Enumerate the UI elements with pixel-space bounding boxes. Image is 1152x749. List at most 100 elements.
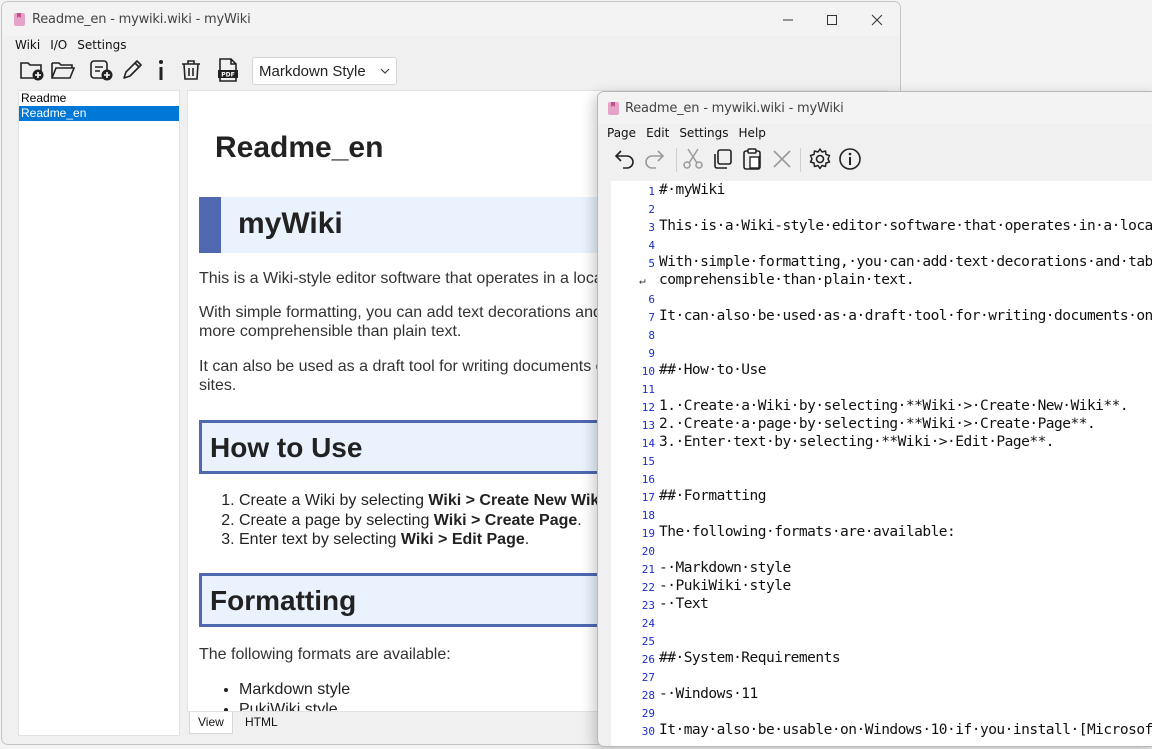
line-number: 2: [648, 203, 655, 216]
code-line[interactable]: 2.·Create·a·page·by·selecting·**Wiki·>·C…: [659, 416, 1096, 432]
list-item: Enter text by selecting Wiki > Edit Page…: [239, 530, 599, 550]
paste-button[interactable]: [737, 144, 767, 174]
code-line[interactable]: It·may·also·be·usable·on·Windows·10·if·y…: [659, 722, 1152, 738]
editor-window-title: Readme_en - mywiki.wiki - myWiki: [625, 101, 844, 116]
info-button[interactable]: [147, 56, 175, 84]
open-folder-icon: [51, 62, 76, 79]
menu-page[interactable]: Page: [602, 124, 641, 144]
paragraph-draft-line1: It can also be used as a draft tool for …: [199, 358, 605, 375]
line-number: 13: [641, 419, 655, 432]
markdown-editor[interactable]: 1 #·myWiki 2 3 This·is·a·Wiki-style·editor·s…: [611, 181, 1152, 746]
tab-html[interactable]: HTML: [237, 712, 286, 734]
app-icon: [14, 13, 25, 26]
wrap-indicator-icon: ↵: [639, 274, 646, 287]
line-number: 27: [641, 671, 655, 684]
minimize-button[interactable]: [765, 6, 811, 34]
line-number: 4: [648, 239, 655, 252]
info-icon: [159, 60, 163, 80]
app-icon: [608, 102, 619, 115]
menu-settings[interactable]: Settings: [674, 124, 733, 144]
copy-button[interactable]: [707, 144, 737, 174]
code-line[interactable]: The·following·formats·are·available:: [659, 524, 956, 540]
page-list[interactable]: Readme Readme_en: [18, 90, 180, 736]
new-page-icon: [90, 60, 113, 81]
pdf-icon: PDF: [218, 58, 238, 82]
code-line[interactable]: -·Windows·11: [659, 686, 758, 702]
open-wiki-button[interactable]: [49, 56, 77, 84]
editor-titlebar[interactable]: Readme_en - mywiki.wiki - myWiki: [598, 92, 1152, 124]
line-number: 7: [648, 311, 655, 324]
code-line[interactable]: With·simple·formatting,·you·can·add·text…: [659, 254, 1152, 270]
code-line[interactable]: -·PukiWiki·style: [659, 578, 791, 594]
cut-button[interactable]: [678, 144, 708, 174]
about-button[interactable]: [835, 144, 865, 174]
edit-page-button[interactable]: [118, 56, 146, 84]
close-button[interactable]: [854, 6, 900, 34]
step-end: .: [577, 511, 582, 529]
menu-help[interactable]: Help: [734, 124, 771, 144]
line-number: 5: [648, 257, 655, 270]
line-number: 25: [641, 635, 655, 648]
line-number: 22: [641, 581, 655, 594]
redo-button[interactable]: [639, 144, 669, 174]
trash-icon: [182, 60, 200, 80]
editor-settings-button[interactable]: [805, 144, 835, 174]
line-number: 19: [641, 527, 655, 540]
line-number: 29: [641, 707, 655, 720]
code-line[interactable]: ##·How·to·Use: [659, 362, 767, 378]
main-titlebar[interactable]: Readme_en - mywiki.wiki - myWiki: [2, 2, 900, 36]
line-number: 12: [641, 401, 655, 414]
list-item: Markdown style: [239, 680, 350, 700]
editor-menubar: Page Edit Settings Help: [598, 124, 1152, 144]
info-icon: [839, 148, 861, 170]
close-icon: [871, 14, 883, 26]
code-line[interactable]: comprehensible·than·plain·text.: [659, 272, 915, 288]
line-number: 21: [641, 563, 655, 576]
main-menubar: Wiki I/O Settings: [2, 36, 900, 56]
main-window-title: Readme_en - mywiki.wiki - myWiki: [32, 12, 251, 27]
delete-button[interactable]: [767, 144, 797, 174]
paragraph-draft-line2: sites.: [199, 377, 237, 394]
toolbar-separator: [800, 148, 801, 172]
pencil-icon: [123, 60, 142, 79]
tab-view[interactable]: View: [189, 712, 233, 734]
line-number: 23: [641, 599, 655, 612]
code-line[interactable]: #·myWiki: [659, 182, 725, 198]
menu-io[interactable]: I/O: [45, 36, 72, 56]
editor-window: Readme_en - mywiki.wiki - myWiki Page Ed…: [597, 91, 1152, 747]
line-number: 3: [648, 221, 655, 234]
new-page-button[interactable]: [87, 56, 115, 84]
scissors-icon: [683, 148, 703, 169]
code-line[interactable]: It·can·also·be·used·as·a·draft·tool·for·…: [659, 308, 1152, 324]
page-list-item-selected[interactable]: Readme_en: [19, 106, 179, 121]
delete-page-button[interactable]: [177, 56, 205, 84]
chevron-down-icon: [380, 68, 390, 74]
code-line[interactable]: 3.·Enter·text·by·selecting·**Wiki·>·Edit…: [659, 434, 1055, 450]
code-line[interactable]: This·is·a·Wiki-style·editor·software·tha…: [659, 218, 1152, 234]
line-number: 16: [641, 473, 655, 486]
code-line[interactable]: -·Text: [659, 596, 709, 612]
export-pdf-button[interactable]: PDF: [214, 56, 242, 84]
new-folder-icon: [20, 62, 44, 81]
maximize-button[interactable]: [809, 6, 855, 34]
line-number: 17: [641, 491, 655, 504]
code-line[interactable]: -·Markdown·style: [659, 560, 791, 576]
line-number: 8: [648, 329, 655, 342]
step-bold: Wiki > Create New Wik: [428, 492, 600, 509]
line-number: 1: [648, 185, 655, 198]
code-line[interactable]: 1.·Create·a·Wiki·by·selecting·**Wiki·>·C…: [659, 398, 1129, 414]
style-select-value: Markdown Style: [259, 63, 366, 80]
undo-button[interactable]: [610, 144, 640, 174]
menu-edit[interactable]: Edit: [641, 124, 674, 144]
code-line[interactable]: ##·System·Requirements: [659, 650, 841, 666]
page-list-item[interactable]: Readme: [19, 91, 179, 106]
paste-icon: [743, 148, 761, 170]
menu-settings[interactable]: Settings: [72, 36, 131, 56]
new-wiki-button[interactable]: [18, 56, 46, 84]
style-select[interactable]: Markdown Style: [252, 57, 397, 85]
line-number: 11: [641, 383, 655, 396]
code-line[interactable]: ##·Formatting: [659, 488, 767, 504]
menu-wiki[interactable]: Wiki: [10, 36, 45, 56]
list-item: Create a Wiki by selecting Wiki > Create…: [239, 491, 599, 511]
step-text: Enter text by selecting: [239, 531, 401, 548]
